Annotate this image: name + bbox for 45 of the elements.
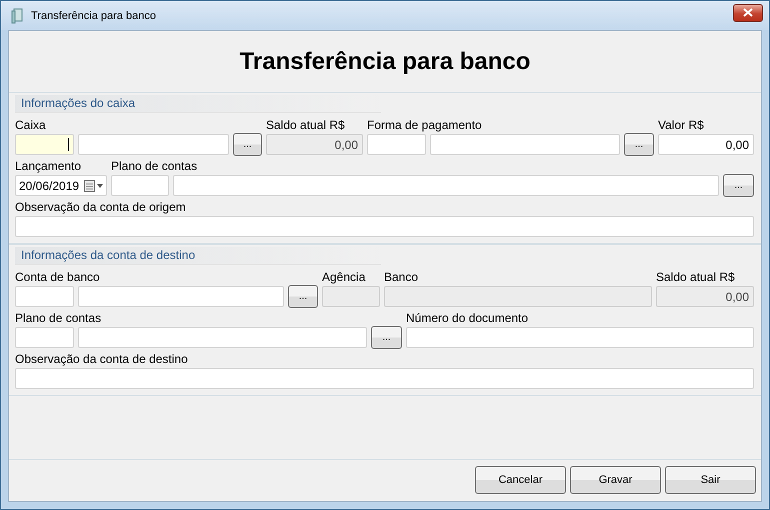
field-label: Saldo atual R$: [656, 269, 735, 286]
lookup-button[interactable]: ...: [288, 285, 318, 308]
dialog-button[interactable]: Sair: [665, 466, 756, 494]
close-button[interactable]: [733, 4, 763, 22]
date-picker[interactable]: 20/06/2019: [15, 175, 107, 196]
input-field[interactable]: [78, 286, 284, 307]
input-field[interactable]: [406, 327, 754, 348]
section-header: Informações da conta de destino: [15, 247, 381, 265]
input-field[interactable]: [78, 134, 229, 155]
input-field[interactable]: [15, 286, 74, 307]
input-field[interactable]: [430, 134, 620, 155]
input-field[interactable]: 0,00: [658, 134, 754, 155]
field-label: Agência: [322, 269, 366, 286]
input-field[interactable]: [15, 368, 754, 389]
field-label: Observação da conta de origem: [15, 199, 186, 216]
lookup-button[interactable]: ...: [371, 326, 402, 349]
lookup-button[interactable]: ...: [233, 133, 262, 156]
dialog-button[interactable]: Cancelar: [475, 466, 566, 494]
input-field[interactable]: [15, 134, 74, 155]
field-label: Plano de contas: [111, 158, 198, 175]
section-header: Informações do caixa: [15, 95, 381, 113]
input-field[interactable]: [15, 327, 74, 348]
field-label: Banco: [384, 269, 418, 286]
input-field[interactable]: [111, 175, 169, 196]
field-label: Lançamento: [15, 158, 82, 175]
input-field[interactable]: [173, 175, 719, 196]
calendar-icon: [84, 180, 104, 192]
field-label: Conta de banco: [15, 269, 100, 286]
input-field[interactable]: [367, 134, 426, 155]
input-field[interactable]: [15, 216, 754, 237]
field-label: Plano de contas: [15, 310, 102, 327]
form-heading: Transferência para banco: [238, 46, 532, 76]
field-label: Valor R$: [658, 117, 704, 134]
document-icon: [11, 8, 25, 24]
close-icon: [743, 8, 753, 17]
window-title: Transferência para banco: [31, 10, 157, 22]
dialog-button[interactable]: Gravar: [570, 466, 661, 494]
lookup-button[interactable]: ...: [723, 174, 754, 197]
field-label: Caixa: [15, 117, 46, 134]
input-field[interactable]: [78, 327, 367, 348]
field-label: Observação da conta de destino: [15, 351, 188, 368]
field-label: Forma de pagamento: [367, 117, 482, 134]
field-label: Saldo atual R$: [266, 117, 345, 134]
lookup-button[interactable]: ...: [624, 133, 654, 156]
field-label: Número do documento: [406, 310, 528, 327]
